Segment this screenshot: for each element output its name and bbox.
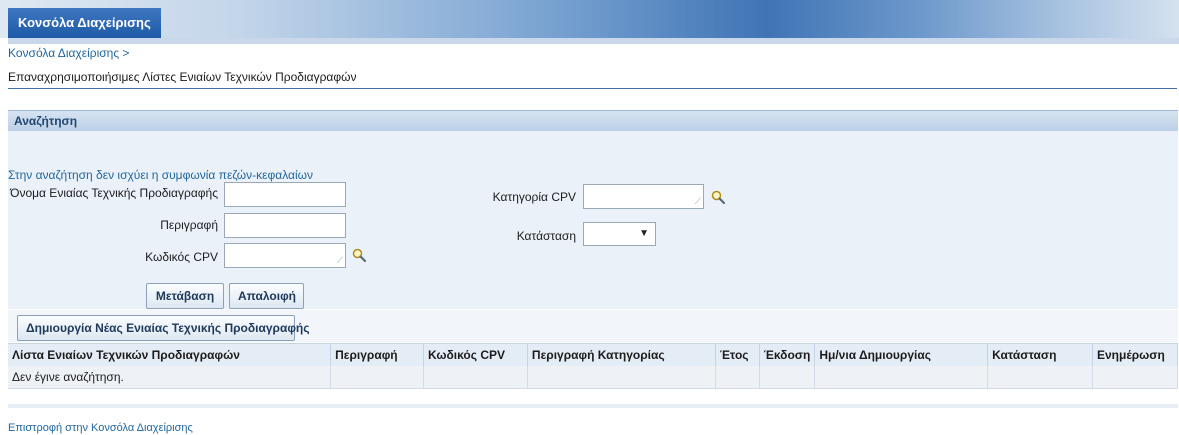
cpv-category-label: Κατηγορία CPV xyxy=(492,190,576,204)
results-table: Λίστα Ενιαίων Τεχνικών Προδιαγραφών Περι… xyxy=(8,343,1179,389)
empty-message: Δεν έγινε αναζήτηση. xyxy=(8,366,332,389)
go-button[interactable]: Μετάβαση xyxy=(146,283,224,309)
column-header[interactable]: Έκδοση xyxy=(759,343,816,366)
status-select[interactable]: ▼ xyxy=(583,222,656,246)
search-icon[interactable] xyxy=(711,190,725,204)
table-cell xyxy=(1092,366,1179,389)
tab-underline-band xyxy=(8,38,1179,44)
search-icon[interactable] xyxy=(352,248,366,262)
column-header[interactable]: Λίστα Ενιαίων Τεχνικών Προδιαγραφών xyxy=(8,343,332,366)
table-cell xyxy=(527,366,716,389)
table-cell xyxy=(330,366,424,389)
column-header[interactable]: Ενημέρωση xyxy=(1092,343,1179,366)
return-link[interactable]: Επιστροφή στην Κονσόλα Διαχείρισης xyxy=(8,422,193,434)
page-title: Επαναχρησιμοποιήσιμες Λίστες Ενιαίων Τεχ… xyxy=(8,70,357,84)
search-section-header: Αναζήτηση xyxy=(8,110,1178,131)
table-header-row: Λίστα Ενιαίων Τεχνικών Προδιαγραφών Περι… xyxy=(8,343,1179,366)
column-header[interactable]: Περιγραφή Κατηγορίας xyxy=(527,343,716,366)
create-spec-button[interactable]: Δημιουργία Νέας Ενιαίας Τεχνικής Προδιαγ… xyxy=(17,315,309,341)
name-label: Όνομα Ενιαίας Τεχνικής Προδιαγραφής xyxy=(10,186,218,200)
title-divider xyxy=(8,88,1177,89)
column-header[interactable]: Κωδικός CPV xyxy=(423,343,528,366)
cpv-category-input[interactable]: ⟋ xyxy=(583,184,704,209)
cpv-code-input[interactable]: ⟋ xyxy=(224,243,346,268)
status-label: Κατάσταση xyxy=(516,229,576,243)
table-cell xyxy=(715,366,760,389)
table-row: Δεν έγινε αναζήτηση. xyxy=(8,366,1179,389)
table-cell xyxy=(814,366,989,389)
column-header[interactable]: Κατάσταση xyxy=(987,343,1093,366)
column-header[interactable]: Ημ/νια Δημιουργίας xyxy=(814,343,989,366)
app-tab[interactable]: Κονσόλα Διαχείρισης xyxy=(8,8,161,38)
top-banner xyxy=(0,0,1179,38)
name-input[interactable] xyxy=(224,182,346,207)
resize-handle-icon: ⟋ xyxy=(336,255,343,265)
description-label: Περιγραφή xyxy=(160,218,218,232)
table-cell xyxy=(987,366,1093,389)
column-header[interactable]: Περιγραφή xyxy=(330,343,424,366)
case-insensitive-hint: Στην αναζήτηση δεν ισχύει η συμφωνία πεζ… xyxy=(8,168,314,182)
resize-handle-icon: ⟋ xyxy=(694,196,701,206)
description-input[interactable] xyxy=(224,213,346,238)
table-cell xyxy=(423,366,528,389)
column-header[interactable]: Έτος xyxy=(715,343,760,366)
chevron-down-icon: ▼ xyxy=(639,228,649,239)
clear-button[interactable]: Απαλοιφή xyxy=(229,283,304,309)
table-footer-band xyxy=(8,404,1178,408)
cpv-code-label: Κωδικός CPV xyxy=(145,250,218,264)
table-cell xyxy=(759,366,816,389)
breadcrumb[interactable]: Κονσόλα Διαχείρισης > xyxy=(8,46,129,60)
search-section-title: Αναζήτηση xyxy=(14,114,78,128)
